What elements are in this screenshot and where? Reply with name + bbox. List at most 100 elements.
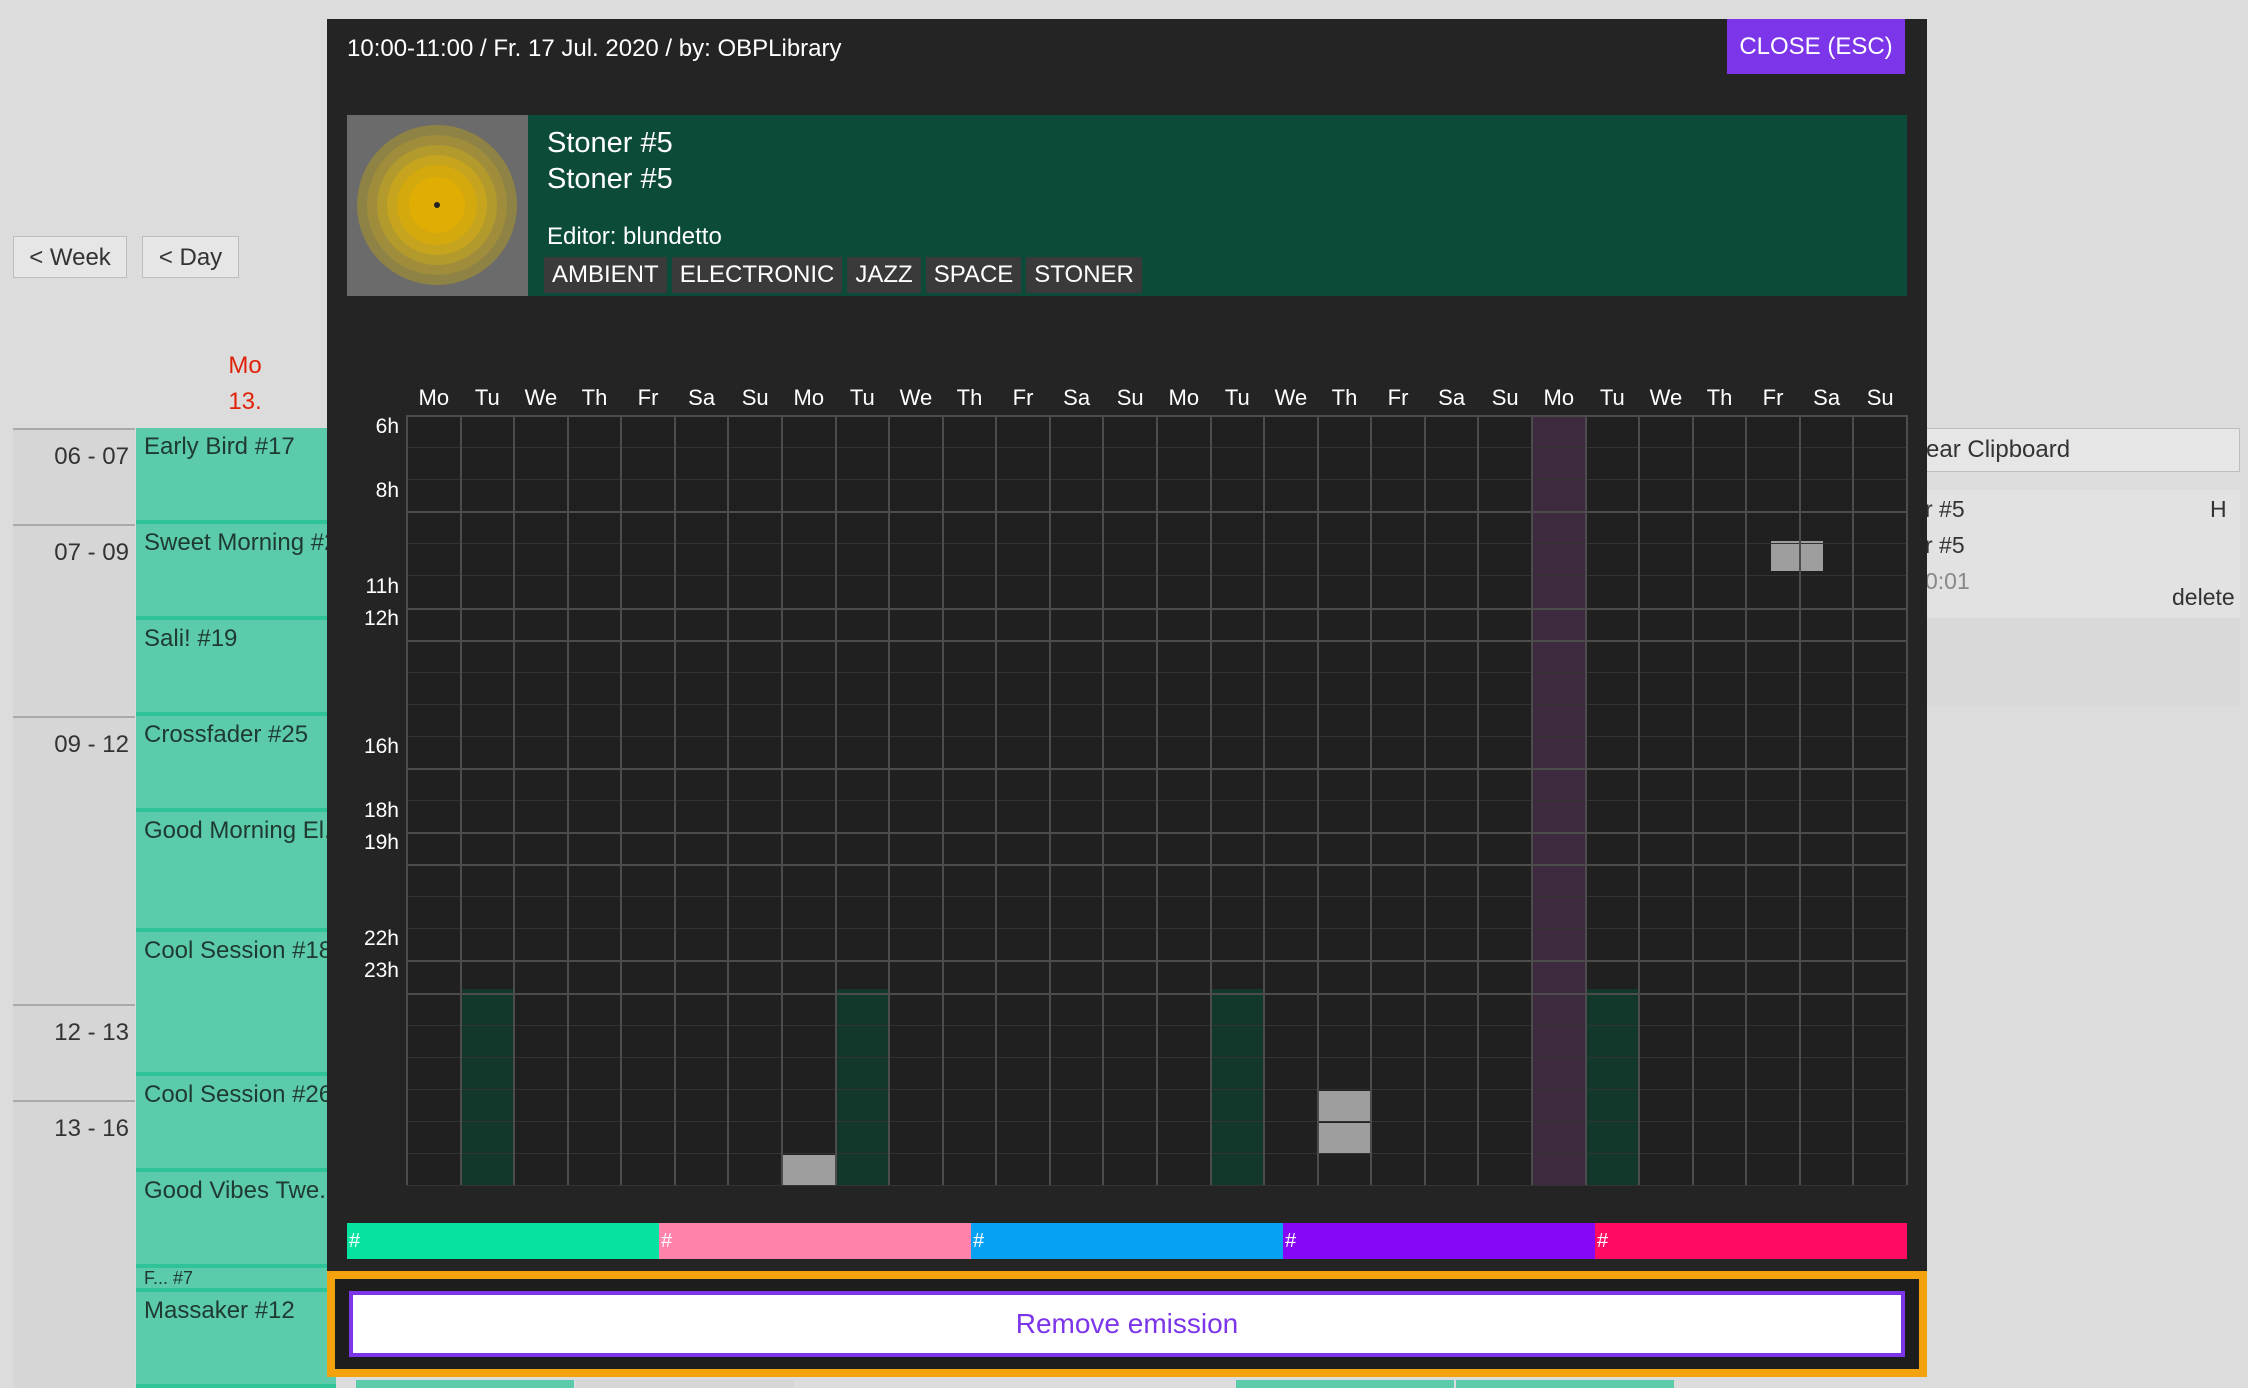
tag[interactable]: SPACE (925, 257, 1022, 293)
clear-clipboard-button[interactable]: ear Clipboard (1925, 428, 2240, 472)
grid-hour-label: 19h (363, 831, 399, 854)
grid-day-label: Mo (793, 385, 825, 410)
close-button[interactable]: CLOSE (ESC) (1727, 19, 1905, 74)
show-block[interactable]: Cool Session #18 (136, 932, 336, 1076)
grid-hour-label: 8h (375, 479, 399, 502)
show-editor: Editor: blundetto (547, 223, 722, 250)
show-block[interactable]: Good Morning El... (136, 812, 336, 932)
scheduled-slot[interactable] (460, 989, 515, 1185)
time-block: 07 - 09 (13, 524, 135, 716)
grid-vline (1692, 415, 1694, 1185)
show-block[interactable]: Crossfader #25 (136, 716, 336, 812)
show-block[interactable]: F... #7 (136, 1268, 336, 1292)
clipboard-delete-link[interactable]: delete (2172, 584, 2235, 611)
tag[interactable]: STONER (1026, 257, 1142, 293)
grid-vline (1531, 415, 1533, 1185)
show-block[interactable]: Sali! #19 (136, 620, 336, 716)
scheduled-slot[interactable] (1585, 989, 1640, 1185)
grid-day-label: Sa (1438, 385, 1466, 410)
grid-day-label: Su (1491, 385, 1519, 410)
grid-vline (835, 415, 837, 1185)
remove-emission-highlight: Remove emission (327, 1271, 1927, 1377)
grid-hour-label: 16h (363, 735, 399, 758)
grid-day-label: Fr (1387, 385, 1409, 410)
grid-hour-label: 23h (363, 959, 399, 982)
grid-vline (1210, 415, 1212, 1185)
grid-day-label: Sa (1063, 385, 1091, 410)
show-subtitle: Stoner #5 (547, 163, 673, 195)
grid-day-label: Fr (637, 385, 659, 410)
grid-day-label: Tu (474, 385, 500, 410)
emission-modal: 10:00-11:00 / Fr. 17 Jul. 2020 / by: OBP… (327, 19, 1927, 1377)
grid-day-label: Th (1706, 385, 1733, 410)
grid-day-label: Tu (1599, 385, 1625, 410)
existing-slot[interactable] (1317, 1091, 1372, 1121)
grid-day-label: Su (1866, 385, 1894, 410)
grid-vline (406, 415, 408, 1185)
day-header-weekday: Mo (228, 352, 262, 379)
grid-day-label: We (524, 385, 558, 410)
tag-list: AMBIENT ELECTRONIC JAZZ SPACE STONER (544, 257, 1142, 293)
show-cover-image (347, 115, 528, 296)
modal-title: 10:00-11:00 / Fr. 17 Jul. 2020 / by: OBP… (347, 35, 842, 62)
grid-vline (888, 415, 890, 1185)
clipboard-item-badge: H (2210, 496, 2227, 522)
day-header-date: 13. (228, 388, 262, 415)
prev-week-button[interactable]: < Week (13, 236, 127, 278)
color-bar: # # # # # (347, 1223, 1907, 1259)
existing-slot[interactable] (1770, 541, 1823, 571)
grid-vline (727, 415, 729, 1185)
grid-vline (1049, 415, 1051, 1185)
grid-vline (1745, 415, 1747, 1185)
tag[interactable]: ELECTRONIC (671, 257, 843, 293)
grid-hline (407, 1185, 1907, 1186)
grid-vline (1799, 415, 1801, 1185)
grid-vline (1317, 415, 1319, 1185)
color-swatch[interactable]: # (347, 1223, 659, 1259)
color-swatch[interactable]: # (1595, 1223, 1907, 1259)
time-block: 06 - 07 (13, 428, 135, 525)
scheduled-slot[interactable] (1210, 989, 1265, 1185)
grid-vline (1906, 415, 1908, 1185)
grid-vline (942, 415, 944, 1185)
grid-vline (1638, 415, 1640, 1185)
grid-day-label: Su (741, 385, 769, 410)
grid-day-label: Th (1331, 385, 1358, 410)
grid-vline (513, 415, 515, 1185)
grid-vline (460, 415, 462, 1185)
grid-vline (1156, 415, 1158, 1185)
scheduled-slot[interactable] (835, 989, 890, 1185)
color-swatch[interactable]: # (659, 1223, 971, 1259)
time-block: 12 - 13 (13, 1004, 135, 1100)
prev-day-button[interactable]: < Day (142, 236, 239, 278)
show-block[interactable]: Sweet Morning #2 (136, 524, 336, 620)
tag[interactable]: JAZZ (847, 257, 921, 293)
show-block[interactable]: Early Bird #17 (136, 428, 336, 524)
existing-slot[interactable] (782, 1155, 836, 1185)
grid-hour-label: 12h (363, 607, 399, 630)
clipboard-item[interactable]: r #5 H r #5 0:01 delete (1925, 490, 2240, 618)
grid-day-label: Su (1116, 385, 1144, 410)
grid-day-label: Mo (1543, 385, 1575, 410)
show-card: Stoner #5 Stoner #5 Editor: blundetto AM… (347, 115, 1907, 296)
show-block[interactable]: Cool Session #26 (136, 1076, 336, 1172)
color-swatch[interactable]: # (971, 1223, 1283, 1259)
tag[interactable]: AMBIENT (544, 257, 667, 293)
grid-vline (620, 415, 622, 1185)
color-swatch[interactable]: # (1283, 1223, 1595, 1259)
existing-slot[interactable] (1317, 1123, 1372, 1153)
availability-grid[interactable]: Mo Tu We Th Fr Sa Su Mo Tu We Th Fr Sa Su Mo Tu We Th Fr Sa… (364, 385, 1908, 1205)
show-block[interactable]: Massaker #12 (136, 1292, 336, 1388)
remove-emission-button[interactable]: Remove emission (349, 1291, 1905, 1357)
grid-vline (1424, 415, 1426, 1185)
grid-vline (781, 415, 783, 1185)
clipboard-item-subtitle: r #5 (1925, 532, 1965, 558)
show-block[interactable]: Good Vibes Twe... (136, 1172, 336, 1268)
clipboard-item-duration: 0:01 (1925, 568, 1970, 594)
clear-clipboard-label: ear Clipboard (1926, 436, 2071, 463)
time-block: 09 - 12 (13, 716, 135, 1004)
vinyl-icon (357, 125, 517, 285)
grid-day-label: Tu (1224, 385, 1250, 410)
grid-hour-label: 22h (363, 927, 399, 950)
grid-vline (1852, 415, 1854, 1185)
